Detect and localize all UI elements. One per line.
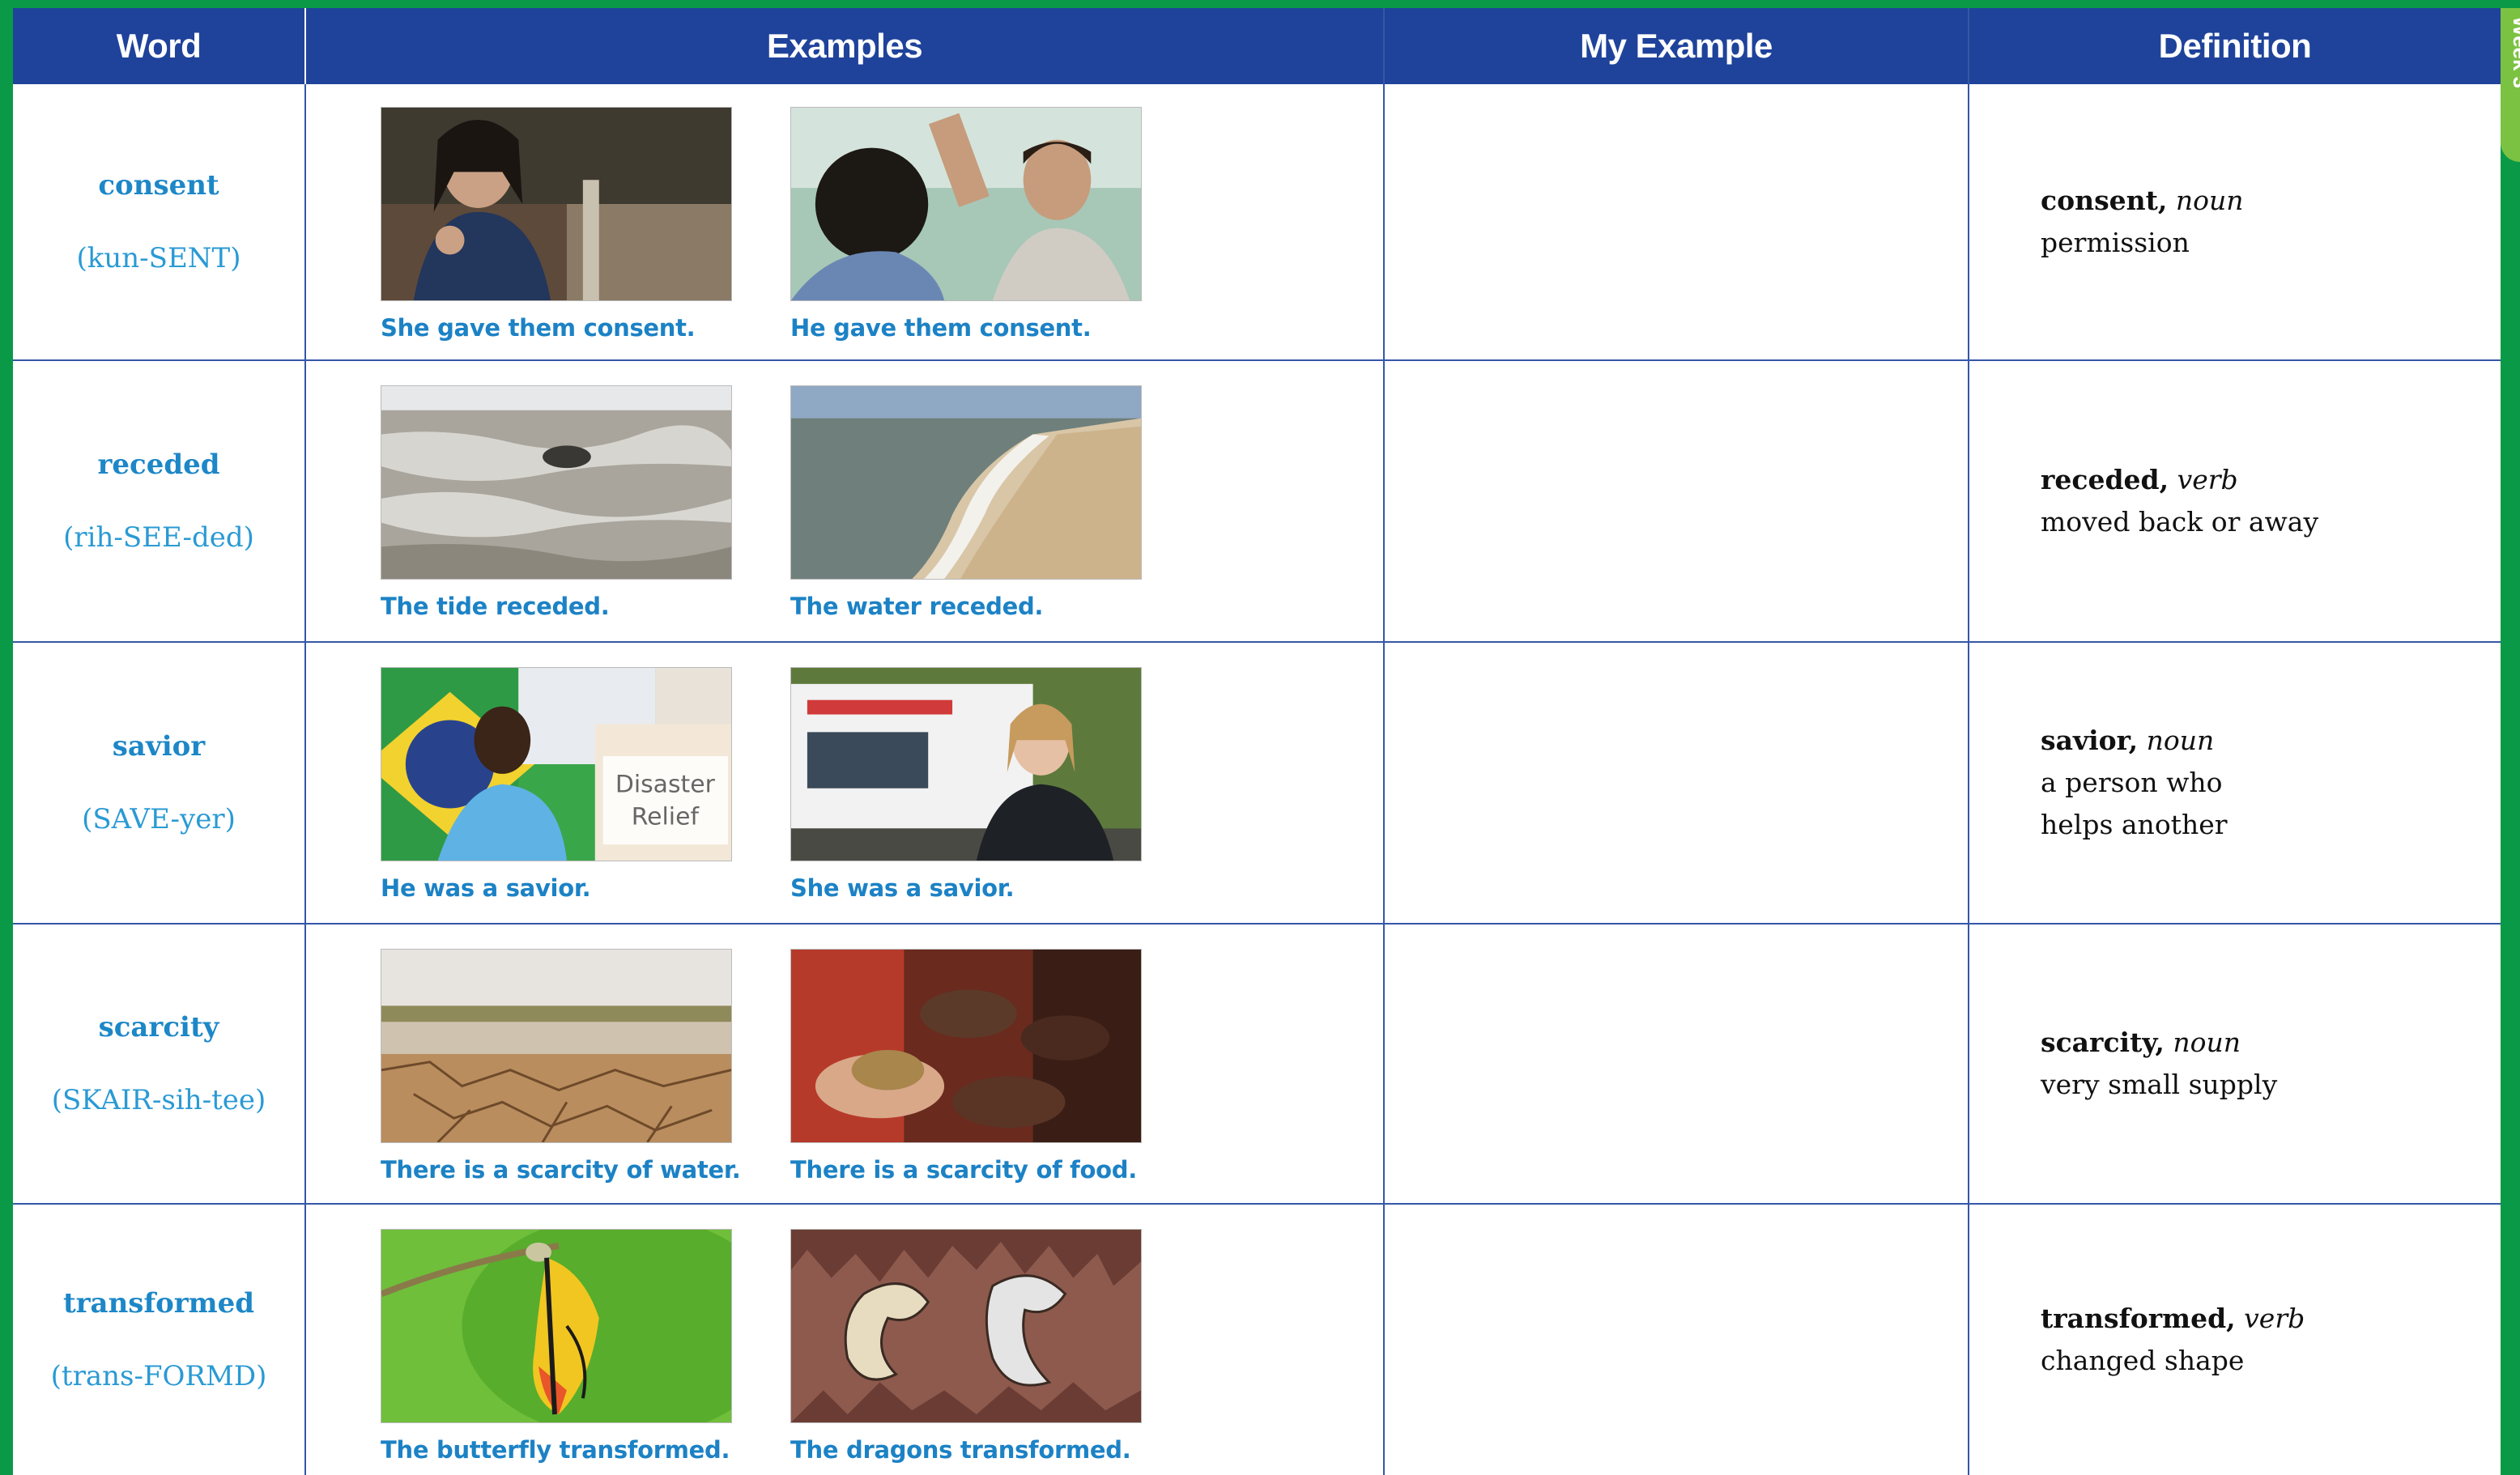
example-image-boys-high-five: [790, 107, 1142, 301]
table-row: receded (rih-SEE-ded) The tide receded.: [13, 361, 2501, 641]
pronunciation: (trans-FORMD): [50, 1360, 267, 1392]
example-image-paramedic-ambulance: [790, 667, 1142, 861]
example-caption: He was a savior.: [381, 874, 591, 902]
svg-text:Relief: Relief: [632, 802, 700, 831]
example-1: The tide receded.: [381, 385, 732, 620]
example-caption: She was a savior.: [790, 874, 1015, 902]
pronunciation: (SKAIR-sih-tee): [51, 1084, 266, 1116]
vocab-word: consent: [98, 169, 219, 202]
example-image-dry-cracked-lakebed: [381, 949, 732, 1143]
my-example-column[interactable]: [1385, 84, 1968, 1475]
definition-word: receded,: [2041, 464, 2169, 495]
header-definition: Definition: [2158, 27, 2312, 65]
example-2: He gave them consent.: [790, 107, 1142, 342]
example-caption: The water receded.: [790, 593, 1044, 620]
vocab-word: savior: [112, 730, 206, 763]
example-caption: The dragons transformed.: [790, 1436, 1131, 1464]
example-image-low-tide-beach: [381, 385, 732, 580]
example-2: The water receded.: [790, 385, 1142, 620]
example-caption: The tide receded.: [381, 593, 610, 620]
vocab-word: transformed: [62, 1287, 255, 1320]
example-caption: She gave them consent.: [381, 314, 696, 342]
vocab-word: scarcity: [98, 1011, 219, 1044]
example-image-cave-dragons: [790, 1229, 1142, 1423]
definition-line: very small supply: [2041, 1069, 2278, 1100]
part-of-speech: noun: [2173, 1027, 2241, 1058]
example-1: There is a scarcity of water.: [381, 949, 741, 1184]
part-of-speech: verb: [2177, 464, 2238, 495]
table-row: transformed (trans-FORMD) The butterfly …: [13, 1205, 2501, 1475]
definition-line: a person who: [2041, 767, 2223, 798]
example-caption: He gave them consent.: [790, 314, 1092, 342]
example-image-hands-with-grain: [790, 949, 1142, 1143]
example-caption: There is a scarcity of food.: [790, 1156, 1137, 1184]
definition-line: changed shape: [2041, 1345, 2245, 1376]
table-row: scarcity (SKAIR-sih-tee) There is a scar…: [13, 925, 2501, 1203]
definition-word: transformed,: [2041, 1303, 2236, 1334]
example-1: Disaster Relief He was a savior.: [381, 667, 732, 902]
example-image-volunteer-disaster-relief: Disaster Relief: [381, 667, 732, 861]
word-cell: scarcity (SKAIR-sih-tee): [13, 925, 304, 1203]
example-caption: The butterfly transformed.: [381, 1436, 730, 1464]
vocabulary-table: Word Examples My Example Definition cons…: [13, 8, 2520, 1475]
example-2: The dragons transformed.: [790, 1229, 1142, 1464]
definition-cell: scarcity, noun very small supply: [2041, 925, 2494, 1203]
example-1: She gave them consent.: [381, 107, 732, 342]
definition-line: helps another: [2041, 809, 2228, 840]
header-my-example: My Example: [1580, 27, 1773, 65]
example-image-butterfly-chrysalis: [381, 1229, 732, 1423]
week-tab-label: Week 3: [2509, 16, 2520, 89]
word-cell: transformed (trans-FORMD): [13, 1205, 304, 1475]
example-1: The butterfly transformed.: [381, 1229, 732, 1464]
header-word: Word: [116, 27, 202, 65]
part-of-speech: noun: [2175, 185, 2244, 216]
example-2: She was a savior.: [790, 667, 1142, 902]
part-of-speech: noun: [2146, 725, 2215, 756]
header-examples: Examples: [766, 27, 923, 65]
pronunciation: (SAVE-yer): [82, 803, 236, 835]
example-2: There is a scarcity of food.: [790, 949, 1142, 1184]
example-caption: There is a scarcity of water.: [381, 1156, 741, 1184]
definition-word: savior,: [2041, 725, 2139, 756]
definition-line: moved back or away: [2041, 506, 2319, 538]
part-of-speech: verb: [2244, 1303, 2305, 1334]
table-row: savior (SAVE-yer) Disaster Relief He was…: [13, 643, 2501, 923]
pronunciation: (rih-SEE-ded): [63, 521, 254, 554]
example-image-girl-thumbs-up: [381, 107, 732, 301]
table-row: consent (kun-SENT) She gave them consent…: [13, 84, 2501, 359]
word-cell: savior (SAVE-yer): [13, 643, 304, 923]
word-cell: consent (kun-SENT): [13, 84, 304, 359]
definition-cell: transformed, verb changed shape: [2041, 1205, 2494, 1475]
definition-cell: receded, verb moved back or away: [2041, 361, 2494, 641]
table-header: Word Examples My Example Definition: [13, 8, 2501, 84]
example-image-shoreline-waves: [790, 385, 1142, 580]
definition-line: permission: [2041, 227, 2190, 258]
vocab-word: receded: [97, 448, 220, 481]
definition-word: scarcity,: [2041, 1027, 2165, 1058]
definition-cell: savior, noun a person who helps another: [2041, 643, 2494, 923]
definition-cell: consent, noun permission: [2041, 84, 2494, 359]
definition-word: consent,: [2041, 185, 2168, 216]
pronunciation: (kun-SENT): [76, 242, 241, 274]
word-cell: receded (rih-SEE-ded): [13, 361, 304, 641]
svg-text:Disaster: Disaster: [615, 771, 716, 799]
